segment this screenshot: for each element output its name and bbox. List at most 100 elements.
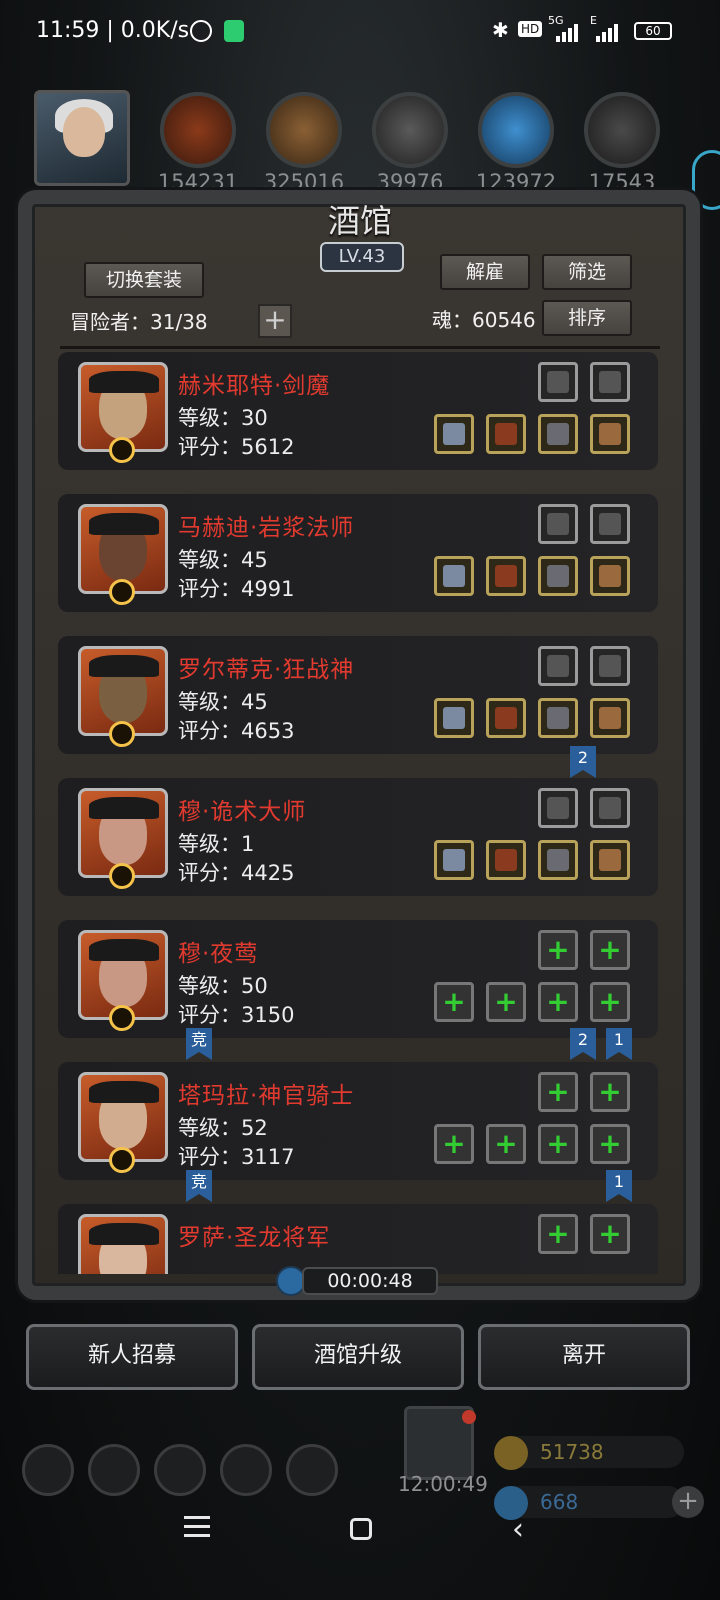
crystal-resource-icon[interactable] [478, 92, 554, 168]
equip-slot[interactable] [486, 840, 526, 880]
hero-card[interactable]: 塔玛拉·神官骑士 等级：52 评分：3117 + + + + + + [58, 1062, 658, 1180]
equip-slot[interactable] [434, 698, 474, 738]
equip-slot[interactable] [434, 840, 474, 880]
equip-slot[interactable] [538, 788, 578, 828]
hero-level: 等级：30 [178, 406, 268, 430]
upgrade-tavern-button[interactable]: 酒馆升级 [252, 1324, 464, 1390]
iron-resource-icon[interactable] [372, 92, 448, 168]
equip-slot[interactable] [590, 840, 630, 880]
shield-icon [224, 20, 244, 42]
player-avatar[interactable] [34, 90, 130, 186]
battery-icon: 60 [634, 22, 672, 40]
empty-equip-slot[interactable]: + [538, 930, 578, 970]
filter-button[interactable]: 筛选 [542, 254, 632, 290]
equip-slot[interactable] [538, 698, 578, 738]
equip-slot[interactable] [590, 504, 630, 544]
settings-icon[interactable] [22, 1444, 74, 1496]
hero-name: 赫米耶特·剑魔 [178, 373, 331, 399]
moon-badge-icon [109, 1005, 135, 1031]
equip-slot[interactable] [538, 556, 578, 596]
hero-card[interactable]: 马赫迪·岩浆法师 等级：45 评分：4991 [58, 494, 658, 612]
hero-portrait[interactable] [78, 646, 168, 747]
switch-outfit-button[interactable]: 切换套装 [84, 262, 204, 298]
hero-list[interactable]: 赫米耶特·剑魔 等级：30 评分：5612 马赫迪·岩浆法师 等级：45 评分：4991 罗… [58, 352, 658, 1274]
hero-score: 评分：3150 [178, 1003, 295, 1027]
status-time: 11:59 | 0.0K/s [36, 18, 190, 43]
hero-portrait[interactable] [78, 1214, 168, 1274]
empty-equip-slot[interactable]: + [590, 1124, 630, 1164]
equip-slot[interactable] [590, 556, 630, 596]
equip-slot[interactable] [590, 698, 630, 738]
arena-ribbon: 竞 [186, 1028, 212, 1060]
empty-equip-slot[interactable]: + [538, 1072, 578, 1112]
recruit-button[interactable]: 新人招募 [26, 1324, 238, 1390]
equip-slot[interactable] [538, 840, 578, 880]
leave-button[interactable]: 离开 [478, 1324, 690, 1390]
hero-level: 等级：1 [178, 832, 255, 856]
empty-equip-slot[interactable]: + [590, 1072, 630, 1112]
add-slot-button[interactable]: + [258, 304, 292, 338]
empty-equip-slot[interactable]: + [486, 982, 526, 1022]
signal-icon [556, 20, 578, 42]
dismiss-button[interactable]: 解雇 [440, 254, 530, 290]
hero-name: 穆·夜莺 [178, 941, 259, 967]
signal-icon-2 [596, 20, 618, 42]
hero-portrait[interactable] [78, 362, 168, 463]
meat-resource-icon[interactable] [160, 92, 236, 168]
moon-badge-icon [109, 437, 135, 463]
shield-menu-icon[interactable] [286, 1444, 338, 1496]
hero-portrait[interactable] [78, 1072, 168, 1173]
arena-ribbon: 竞 [186, 1170, 212, 1202]
hero-score: 评分：3117 [178, 1145, 295, 1169]
castle-icon[interactable] [154, 1444, 206, 1496]
moon-badge-icon [109, 721, 135, 747]
empty-equip-slot[interactable]: + [434, 982, 474, 1022]
equip-slot[interactable] [486, 556, 526, 596]
equip-slot[interactable] [538, 504, 578, 544]
hero-portrait[interactable] [78, 504, 168, 605]
hero-portrait[interactable] [78, 930, 168, 1031]
mail-icon[interactable] [220, 1444, 272, 1496]
star-icon[interactable] [88, 1444, 140, 1496]
empty-equip-slot[interactable]: + [486, 1124, 526, 1164]
sort-button[interactable]: 排序 [542, 300, 632, 336]
hero-name: 马赫迪·岩浆法师 [178, 515, 355, 541]
hero-level: 等级：50 [178, 974, 268, 998]
equip-slot[interactable] [486, 414, 526, 454]
hero-name: 塔玛拉·神官骑士 [178, 1083, 355, 1109]
gold-value: 51738 [540, 1440, 604, 1464]
empty-equip-slot[interactable]: + [538, 1124, 578, 1164]
equip-slot[interactable] [590, 646, 630, 686]
back-icon[interactable]: ‹ [512, 1512, 524, 1547]
hero-card[interactable]: 赫米耶特·剑魔 等级：30 评分：5612 [58, 352, 658, 470]
home-icon[interactable] [350, 1518, 372, 1540]
moon-badge-icon [109, 1147, 135, 1173]
equip-slot[interactable] [434, 556, 474, 596]
alarm-icon [190, 20, 212, 42]
empty-equip-slot[interactable]: + [538, 1214, 578, 1254]
stone-resource-icon[interactable] [584, 92, 660, 168]
wood-resource-icon[interactable] [266, 92, 342, 168]
empty-equip-slot[interactable]: + [590, 930, 630, 970]
hero-card[interactable]: 罗尔蒂克·狂战神 等级：45 评分：4653 [58, 636, 658, 754]
hero-score: 评分：4653 [178, 719, 295, 743]
equip-slot[interactable] [486, 698, 526, 738]
hero-card[interactable]: 穆·诡术大师 等级：1 评分：4425 [58, 778, 658, 896]
notification-dot [462, 1410, 476, 1424]
empty-equip-slot[interactable]: + [590, 982, 630, 1022]
equip-slot[interactable] [434, 414, 474, 454]
equip-slot[interactable] [590, 414, 630, 454]
hero-portrait[interactable] [78, 788, 168, 889]
equip-slot[interactable] [538, 414, 578, 454]
empty-equip-slot[interactable]: + [538, 982, 578, 1022]
timer-widget: 00:00:48 [276, 1266, 438, 1298]
equip-slot[interactable] [590, 788, 630, 828]
hero-card[interactable]: 穆·夜莺等级：50 评分：3150 + + + + + + [58, 920, 658, 1038]
equip-slot[interactable] [538, 646, 578, 686]
empty-equip-slot[interactable]: + [590, 1214, 630, 1254]
hero-card[interactable]: 罗萨·圣龙将军 + + [58, 1204, 658, 1274]
recent-apps-icon[interactable] [184, 1516, 210, 1538]
empty-equip-slot[interactable]: + [434, 1124, 474, 1164]
equip-slot[interactable] [590, 362, 630, 402]
equip-slot[interactable] [538, 362, 578, 402]
